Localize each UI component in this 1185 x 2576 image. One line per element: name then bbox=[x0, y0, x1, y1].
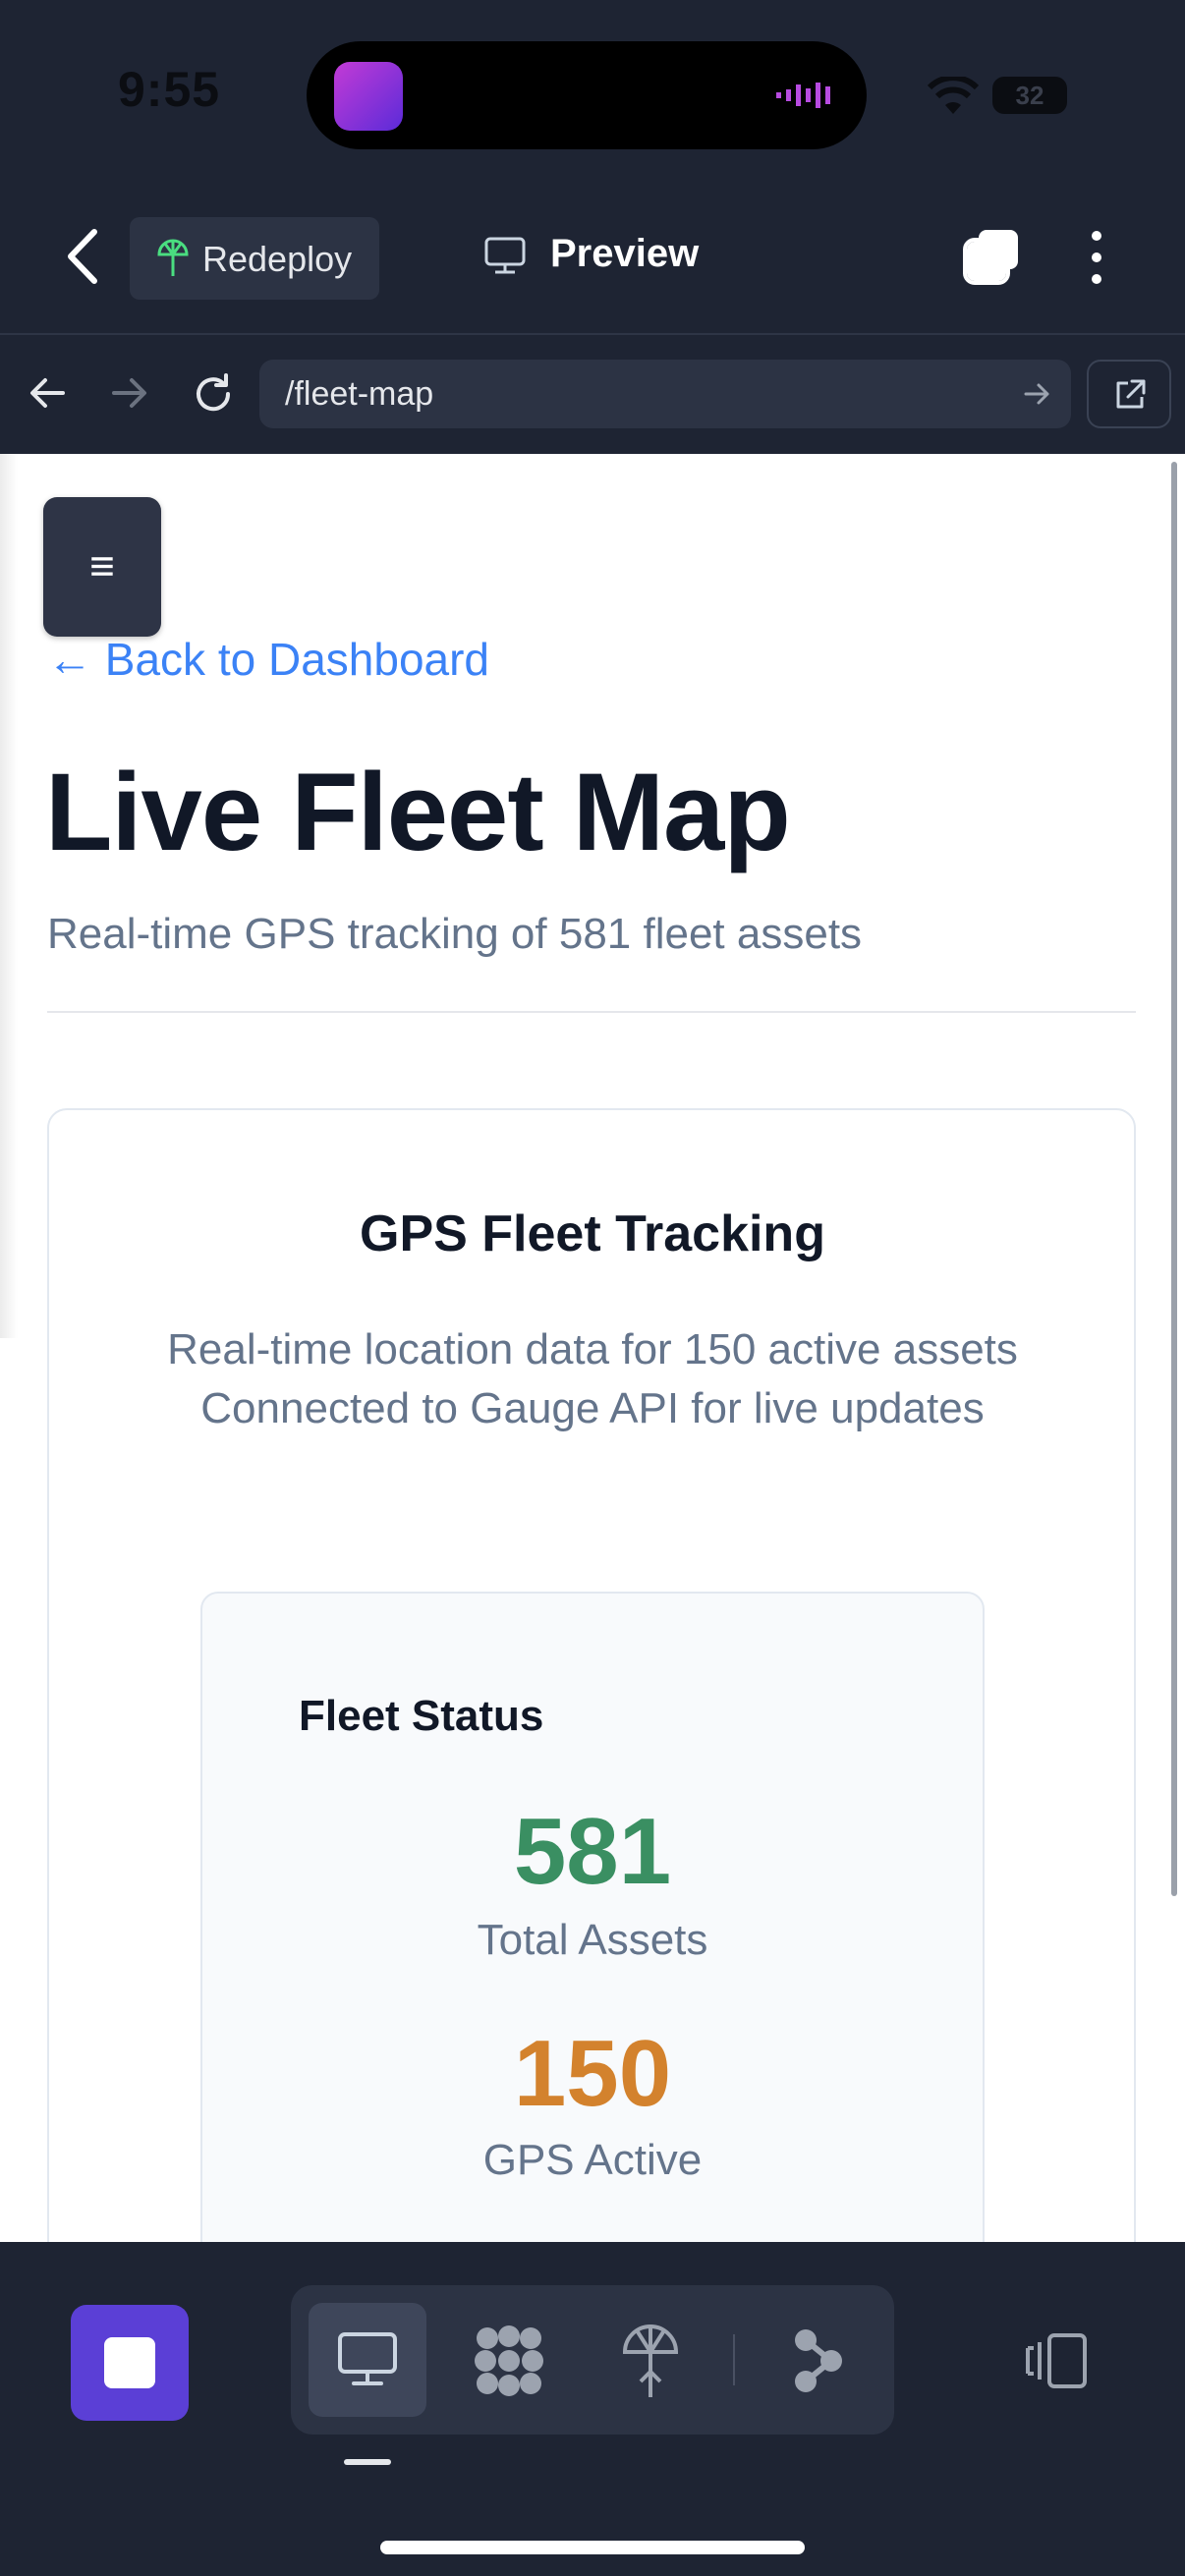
stop-icon bbox=[104, 2337, 155, 2388]
page-scrollbar[interactable] bbox=[1171, 462, 1177, 1896]
tracking-card-title: GPS Fleet Tracking bbox=[360, 1205, 825, 1262]
header-divider bbox=[0, 333, 1185, 335]
tracking-desc-line-1: Real-time location data for 150 active a… bbox=[167, 1325, 1018, 1373]
redeploy-label: Redeploy bbox=[202, 239, 353, 279]
redeploy-button[interactable]: Redeploy bbox=[130, 217, 379, 300]
hamburger-menu-button[interactable]: ≡ bbox=[43, 497, 161, 637]
desktop-icon bbox=[338, 2332, 397, 2385]
redeploy-icon bbox=[157, 239, 189, 276]
stop-button[interactable] bbox=[71, 2305, 189, 2421]
home-indicator[interactable] bbox=[380, 2541, 805, 2554]
tabs-icon[interactable] bbox=[961, 228, 1022, 287]
gps-active-value: 150 bbox=[513, 2021, 672, 2126]
total-assets-label: Total Assets bbox=[477, 1916, 708, 1964]
status-time: 9:55 bbox=[118, 62, 221, 117]
fleet-status-title: Fleet Status bbox=[299, 1692, 544, 1740]
back-to-dashboard-link[interactable]: ← Back to Dashboard bbox=[47, 633, 489, 686]
flow-icon[interactable] bbox=[790, 2326, 845, 2395]
antenna-icon[interactable] bbox=[621, 2323, 680, 2399]
active-view-indicator bbox=[344, 2459, 391, 2465]
external-link-icon bbox=[1116, 379, 1146, 409]
audio-bars-icon bbox=[776, 83, 830, 108]
kebab-menu-icon[interactable] bbox=[1085, 228, 1108, 287]
tracking-desc-line-2: Connected to Gauge API for live updates bbox=[200, 1384, 985, 1432]
gps-active-label: GPS Active bbox=[482, 2136, 703, 2184]
page-title: Live Fleet Map bbox=[45, 751, 791, 873]
wifi-icon bbox=[928, 77, 979, 114]
url-text: /fleet-map bbox=[285, 375, 434, 413]
url-input[interactable]: /fleet-map bbox=[259, 360, 1071, 428]
battery-indicator: 32 bbox=[992, 77, 1067, 114]
cluster-icon[interactable] bbox=[472, 2324, 546, 2397]
back-chevron-icon[interactable] bbox=[61, 226, 106, 287]
tracking-card-description: Real-time location data for 150 active a… bbox=[147, 1320, 1038, 1438]
page-subtitle: Real-time GPS tracking of 581 fleet asse… bbox=[47, 910, 863, 958]
arrow-right-icon[interactable] bbox=[110, 375, 149, 411]
go-arrow-icon[interactable] bbox=[1024, 381, 1051, 407]
preview-label: Preview bbox=[550, 232, 700, 275]
desktop-view-button[interactable] bbox=[309, 2303, 426, 2417]
now-playing-app-icon bbox=[334, 62, 403, 131]
monitor-icon bbox=[484, 237, 526, 274]
open-external-button[interactable] bbox=[1087, 360, 1171, 428]
device-switch-icon[interactable] bbox=[1020, 2332, 1089, 2389]
total-assets-value: 581 bbox=[513, 1799, 672, 1904]
section-divider bbox=[47, 1011, 1136, 1013]
toolbar-separator bbox=[733, 2334, 735, 2385]
reload-icon[interactable] bbox=[191, 371, 236, 417]
arrow-left-icon[interactable] bbox=[28, 375, 67, 411]
